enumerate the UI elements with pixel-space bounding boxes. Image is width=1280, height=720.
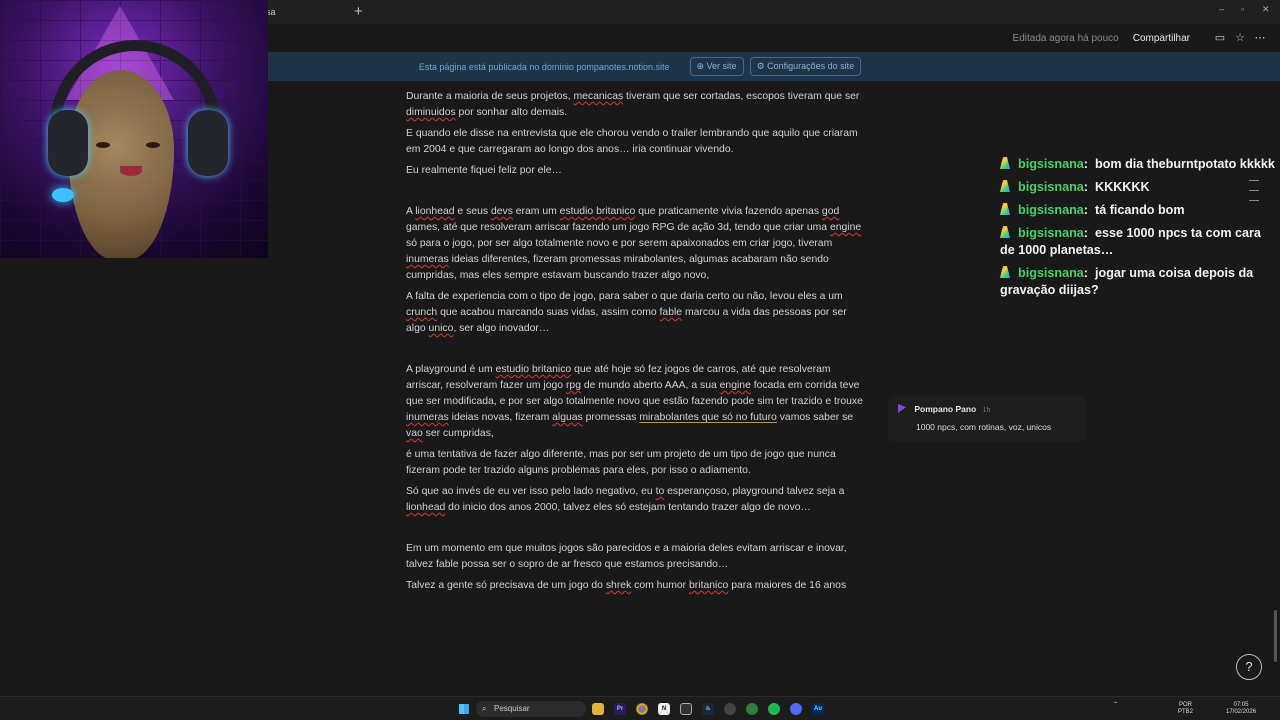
sub-badge-icon [1000, 180, 1010, 192]
paragraph[interactable]: é uma tentativa de fazer algo diferente,… [406, 447, 866, 479]
clock[interactable]: 07:05 17/02/2026 [1226, 702, 1256, 716]
chat-message: bigsisnana: KKKKKK [1000, 179, 1276, 196]
app-icon[interactable] [746, 703, 758, 715]
chat-username: bigsisnana [1018, 180, 1084, 194]
spotify-icon[interactable] [768, 703, 780, 715]
help-button[interactable]: ? [1236, 654, 1262, 680]
maximize-button[interactable]: ▫ [1241, 4, 1244, 14]
chat-username: bigsisnana [1018, 203, 1084, 217]
search-icon: ⌕ [482, 704, 487, 713]
site-settings-button[interactable]: ⚙ Configurações do site [749, 57, 862, 76]
chat-username: bigsisnana [1018, 157, 1084, 171]
paragraph[interactable]: Só que ao invés de eu ver isso pelo lado… [406, 484, 866, 516]
chat-message: bigsisnana: tá ficando bom [1000, 202, 1276, 219]
microphone [52, 188, 74, 202]
app-icon[interactable] [680, 703, 692, 715]
taskbar-search[interactable]: ⌕ Pesquisar [476, 701, 586, 717]
stream-chat-overlay: bigsisnana: bom dia theburntpotato kkkkk… [1000, 156, 1276, 305]
paragraph[interactable]: Durante a maioria de seus projetos, meca… [406, 89, 866, 121]
edited-status: Editada agora há pouco [1012, 32, 1119, 44]
webcam-overlay [0, 0, 268, 258]
windows-taskbar: ⌕ Pesquisar Pr N ♨ Au ⌃ POR PTB2 07:05 17/0… [0, 696, 1280, 720]
discord-icon[interactable] [790, 703, 802, 715]
notion-icon[interactable]: N [658, 703, 670, 715]
outline-markers[interactable] [1249, 180, 1259, 210]
paragraph[interactable]: A lionhead e seus devs eram um estudio b… [406, 204, 866, 284]
sub-badge-icon [1000, 266, 1010, 278]
close-button[interactable]: ✕ [1262, 4, 1270, 15]
chat-message: bigsisnana: jogar uma coisa depois da gr… [1000, 266, 1254, 297]
steam-icon[interactable]: ♨ [702, 703, 714, 715]
paragraph[interactable]: Talvez a gente só precisava de um jogo d… [406, 578, 866, 594]
audition-icon[interactable]: Au [812, 703, 824, 715]
published-message: Esta página está publicada no domínio po… [418, 61, 670, 72]
file-explorer-icon[interactable] [592, 703, 604, 715]
comment-author: Pompano Pano [914, 404, 977, 414]
paragraph[interactable]: A falta de experiencia com o tipo de jog… [406, 289, 866, 337]
share-button[interactable]: Compartilhar [1133, 33, 1190, 44]
user-avatar-icon [898, 404, 906, 413]
favorite-star-icon[interactable]: ☆ [1234, 32, 1246, 44]
chat-username: bigsisnana [1018, 226, 1084, 240]
paragraph[interactable]: A playground é um estudio britanico que … [406, 362, 866, 442]
chrome-icon[interactable] [636, 703, 648, 715]
chat-text: bom dia theburntpotato kkkkk [1095, 157, 1275, 171]
language-indicator[interactable]: POR PTB2 [1178, 702, 1193, 716]
chat-message: bigsisnana: bom dia theburntpotato kkkkk [1000, 156, 1276, 173]
start-button[interactable] [458, 703, 470, 715]
tray-chevron-icon[interactable]: ⌃ [1113, 702, 1118, 709]
scrollbar[interactable] [1274, 610, 1277, 662]
more-options-icon[interactable]: ⋯ [1254, 32, 1266, 44]
paragraph[interactable]: Em um momento em que muitos jogos são pa… [406, 541, 866, 573]
comment-time: 1h [982, 407, 991, 414]
comment-text: 1000 npcs, com rotinas, voz, unicos [916, 422, 1052, 432]
minimize-button[interactable]: – [1219, 4, 1224, 14]
comments-icon[interactable]: ▭ [1214, 32, 1226, 44]
paragraph[interactable]: E quando ele disse na entrevista que ele… [406, 126, 866, 158]
premiere-icon[interactable]: Pr [614, 703, 626, 715]
comment-card[interactable]: Pompano Pano 1h 1000 npcs, com rotinas, … [888, 396, 1086, 442]
sub-badge-icon [1000, 157, 1010, 169]
page-content[interactable]: Durante a maioria de seus projetos, meca… [406, 89, 866, 599]
view-site-button[interactable]: ⊕ Ver site [689, 57, 744, 76]
chat-username: bigsisnana [1018, 266, 1084, 280]
app-icon[interactable] [724, 703, 736, 715]
chat-text: KKKKKK [1095, 180, 1150, 194]
chat-message: bigsisnana: esse 1000 npcs ta com cara d… [1000, 226, 1261, 257]
sub-badge-icon [1000, 226, 1010, 238]
new-tab-button[interactable]: + [354, 3, 363, 21]
paragraph[interactable]: Eu realmente fiquei feliz por ele… [406, 163, 866, 179]
chat-text: tá ficando bom [1095, 203, 1185, 217]
sub-badge-icon [1000, 203, 1010, 215]
